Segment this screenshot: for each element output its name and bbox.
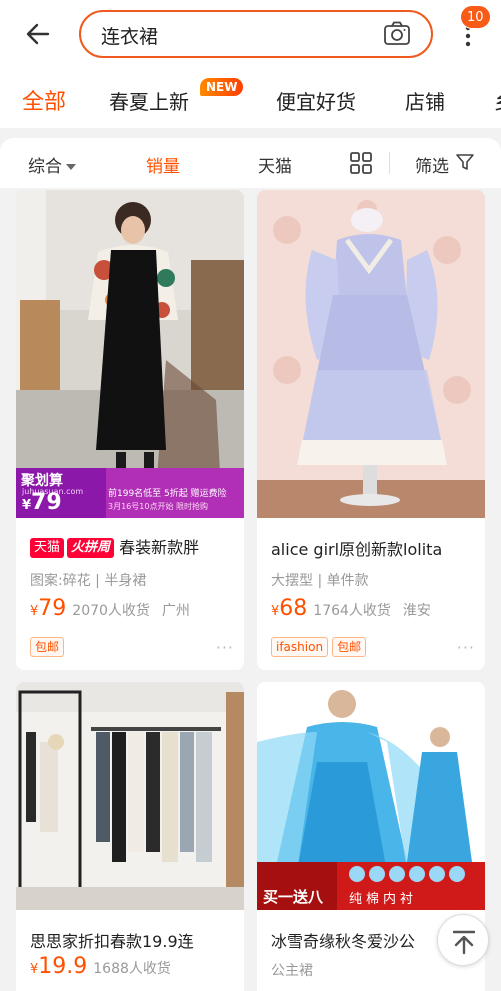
sort-comprehensive[interactable]: 综合 <box>28 152 76 177</box>
product-attributes: 公主裙 <box>271 963 313 979</box>
filter-label: 筛选 <box>415 157 449 177</box>
promo-line-2: 3月16号10点开始 限时抢购 <box>108 502 208 511</box>
product-price: 68 <box>279 596 308 621</box>
promo-banner: 买一送八 <box>263 888 324 906</box>
product-card[interactable]: 思思家折扣春款19.9连 ¥19.9 1688人收货 <box>16 682 244 991</box>
product-image[interactable] <box>257 190 485 518</box>
ifashion-tag: ifashion <box>271 637 329 657</box>
promo-price: ¥79 <box>22 490 62 515</box>
product-photo <box>16 682 244 910</box>
product-attributes: 大摆型 | 单件款 <box>271 573 369 589</box>
product-photo <box>16 190 244 518</box>
product-attributes: 图案:碎花 | 半身裙 <box>30 573 147 589</box>
sort-bar: 综合 销量 天猫 筛选 <box>0 138 501 188</box>
arrow-left-icon[interactable] <box>22 18 54 50</box>
product-title[interactable]: 思思家折扣春款19.9连 <box>30 928 236 952</box>
promo-price-value: 79 <box>31 490 62 515</box>
filter-icon[interactable] <box>455 152 475 172</box>
promo-yen: ¥ <box>22 498 32 513</box>
product-title[interactable]: 天猫 火拼周 春装新款胖 <box>30 534 236 558</box>
sales-count: 1688人收货 <box>93 961 171 977</box>
product-title[interactable]: alice girl原创新款lolita <box>271 536 477 560</box>
caret-down-icon <box>66 164 76 170</box>
product-price: 19.9 <box>38 954 88 979</box>
tag-row: 包邮 <box>30 636 68 657</box>
back-to-top-button[interactable] <box>437 914 489 966</box>
more-options-icon[interactable]: ··· <box>457 638 475 657</box>
free-shipping-tag: 包邮 <box>30 637 65 657</box>
price-row: ¥79 2070人收货 广州 <box>30 596 190 621</box>
product-image[interactable]: 聚划算 juhuasuan.com ¥79 前199名低至 5折起 赠运费险 3… <box>16 190 244 518</box>
category-tabs: 全部 春夏上新 NEW 便宜好货 店铺 乡 <box>0 72 501 128</box>
notification-badge: 10 <box>460 5 491 29</box>
product-photo <box>257 190 485 518</box>
arrow-up-icon <box>452 930 476 955</box>
tab-spring-summer-new[interactable]: 春夏上新 <box>109 86 189 115</box>
filter-button[interactable]: 筛选 <box>415 152 449 177</box>
search-query: 连衣裙 <box>101 26 159 48</box>
tab-all[interactable]: 全部 <box>22 84 66 116</box>
tab-shops[interactable]: 店铺 <box>405 86 445 115</box>
product-image[interactable] <box>16 682 244 910</box>
price-row: ¥19.9 1688人收货 <box>30 954 171 979</box>
more-options-icon[interactable]: ··· <box>216 638 234 657</box>
header-bar: 连衣裙 10 <box>0 0 501 72</box>
promo-subtitle: 纯棉内衬 <box>349 892 418 907</box>
product-card[interactable]: 聚划算 juhuasuan.com ¥79 前199名低至 5折起 赠运费险 3… <box>16 190 244 670</box>
shop-location: 广州 <box>161 603 190 619</box>
camera-icon[interactable] <box>383 21 411 47</box>
product-card[interactable]: alice girl原创新款lolita 大摆型 | 单件款 ¥68 1764人收… <box>257 190 485 670</box>
sales-count: 2070人收货 <box>72 603 150 619</box>
tab-more[interactable]: 乡 <box>494 86 501 115</box>
new-tag: NEW <box>200 78 244 96</box>
sort-tmall[interactable]: 天猫 <box>258 152 292 177</box>
product-photo <box>257 682 485 910</box>
search-input[interactable]: 连衣裙 <box>79 10 433 58</box>
product-title-text: 春装新款胖 <box>119 538 200 557</box>
price-row: ¥68 1764人收货 淮安 <box>271 596 431 621</box>
promo-week-badge: 火拼周 <box>67 538 115 558</box>
free-shipping-tag: 包邮 <box>332 637 367 657</box>
promo-line-1: 前199名低至 5折起 赠运费险 <box>108 489 227 499</box>
tab-cheap-goods[interactable]: 便宜好货 <box>276 86 356 115</box>
tmall-badge: 天猫 <box>30 538 65 558</box>
tag-row: ifashion 包邮 <box>271 636 370 657</box>
shop-location: 淮安 <box>402 603 431 619</box>
product-price: 79 <box>38 596 67 621</box>
sort-sales[interactable]: 销量 <box>146 152 180 177</box>
sales-count: 1764人收货 <box>313 603 391 619</box>
grid-view-icon[interactable] <box>349 151 373 175</box>
product-image[interactable]: 买一送八 纯棉内衬 <box>257 682 485 910</box>
sort-comprehensive-label: 综合 <box>28 157 62 177</box>
sortbar-divider <box>389 152 390 174</box>
